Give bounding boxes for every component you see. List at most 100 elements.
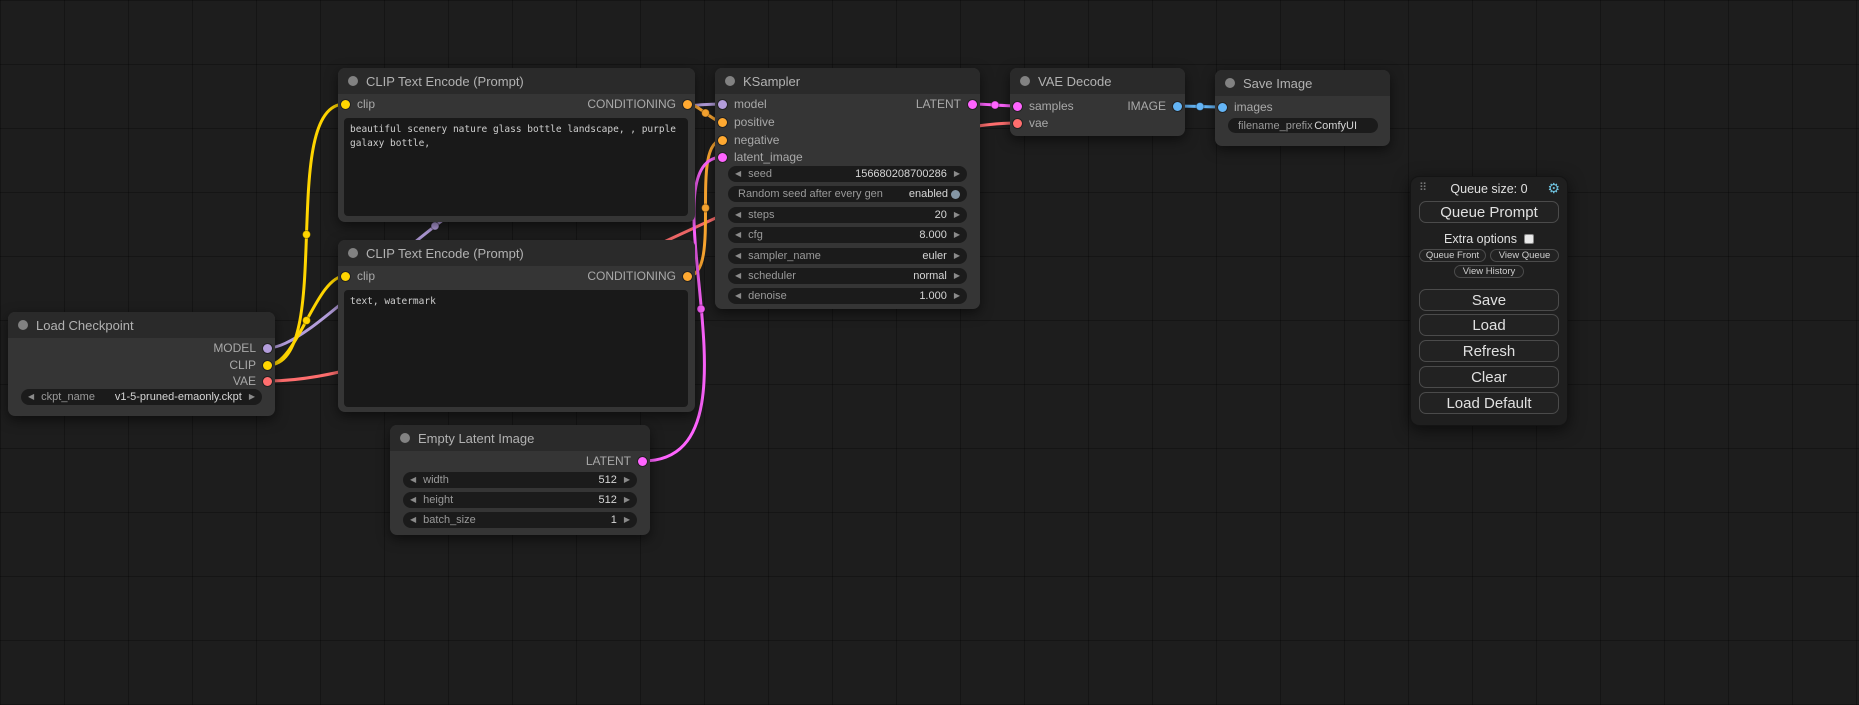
link-midpoint-dot	[991, 101, 999, 109]
load-default-button[interactable]: Load Default	[1419, 392, 1559, 414]
output-slot-latent: LATENT	[586, 453, 647, 469]
width-widget[interactable]: ◀ width 512 ▶	[403, 472, 637, 488]
ckpt-name-widget[interactable]: ◀ ckpt_name v1-5-pruned-emaonly.ckpt ▶	[21, 389, 262, 405]
decrement-icon[interactable]: ◀	[410, 496, 416, 504]
latent-output-dot[interactable]	[968, 100, 977, 109]
link-midpoint-dot	[431, 222, 439, 230]
queue-front-button[interactable]: Queue Front	[1419, 249, 1486, 262]
decrement-icon[interactable]: ◀	[735, 292, 741, 300]
node-status-dot	[18, 320, 28, 330]
negative-prompt-textarea[interactable]: text, watermark	[344, 290, 688, 407]
model-output-dot[interactable]	[263, 344, 272, 353]
node-graph-canvas[interactable]: Load Checkpoint MODEL CLIP VAE ◀ ckpt_na…	[0, 0, 1859, 705]
denoise-widget[interactable]: ◀ denoise 1.000 ▶	[728, 288, 967, 304]
clip-input-dot[interactable]	[341, 272, 350, 281]
toggle-dot[interactable]	[951, 190, 960, 199]
decrement-icon[interactable]: ◀	[735, 211, 741, 219]
prev-value-icon[interactable]: ◀	[735, 272, 741, 280]
wire-clip-negative	[268, 276, 345, 365]
conditioning-output-dot[interactable]	[683, 100, 692, 109]
node-title-bar[interactable]: CLIP Text Encode (Prompt)	[338, 240, 695, 266]
extra-options-checkbox[interactable]	[1524, 234, 1534, 244]
load-button[interactable]: Load	[1419, 314, 1559, 336]
negative-input-dot[interactable]	[718, 136, 727, 145]
images-input-dot[interactable]	[1218, 103, 1227, 112]
increment-icon[interactable]: ▶	[954, 170, 960, 178]
increment-icon[interactable]: ▶	[954, 231, 960, 239]
cfg-widget[interactable]: ◀ cfg 8.000 ▶	[728, 227, 967, 243]
link-midpoint-dot	[697, 305, 705, 313]
filename-prefix-widget[interactable]: filename_prefix ComfyUI	[1228, 118, 1378, 133]
node-title-bar[interactable]: Load Checkpoint	[8, 312, 275, 338]
node-title-bar[interactable]: Save Image	[1215, 70, 1390, 96]
view-queue-button[interactable]: View Queue	[1490, 249, 1559, 262]
clip-input-dot[interactable]	[341, 100, 350, 109]
clear-button[interactable]: Clear	[1419, 366, 1559, 388]
node-clip-text-encode-negative[interactable]: CLIP Text Encode (Prompt) clip CONDITION…	[338, 240, 695, 412]
increment-icon[interactable]: ▶	[624, 496, 630, 504]
conditioning-output-dot[interactable]	[683, 272, 692, 281]
next-value-icon[interactable]: ▶	[954, 272, 960, 280]
node-status-dot	[348, 248, 358, 258]
decrement-icon[interactable]: ◀	[735, 170, 741, 178]
node-ksampler[interactable]: KSampler model positive negative latent_…	[715, 68, 980, 309]
samples-input-dot[interactable]	[1013, 102, 1022, 111]
next-value-icon[interactable]: ▶	[249, 393, 255, 401]
input-slot-positive: positive	[718, 114, 775, 130]
node-save-image[interactable]: Save Image images filename_prefix ComfyU…	[1215, 70, 1390, 146]
positive-prompt-textarea[interactable]: beautiful scenery nature glass bottle la…	[344, 118, 688, 216]
image-output-dot[interactable]	[1173, 102, 1182, 111]
next-value-icon[interactable]: ▶	[954, 252, 960, 260]
decrement-icon[interactable]: ◀	[410, 516, 416, 524]
node-title-bar[interactable]: VAE Decode	[1010, 68, 1185, 94]
input-slot-images: images	[1218, 99, 1273, 115]
view-history-button[interactable]: View History	[1454, 265, 1524, 278]
input-slot-clip: clip	[341, 268, 375, 284]
positive-input-dot[interactable]	[718, 118, 727, 127]
node-empty-latent-image[interactable]: Empty Latent Image LATENT ◀ width 512 ▶ …	[390, 425, 650, 535]
seed-widget[interactable]: ◀ seed 156680208700286 ▶	[728, 166, 967, 182]
random-seed-toggle-widget[interactable]: Random seed after every gen enabled	[728, 186, 967, 202]
link-midpoint-dot	[303, 231, 311, 239]
clip-output-dot[interactable]	[263, 361, 272, 370]
latent-output-dot[interactable]	[638, 457, 647, 466]
input-slot-vae: vae	[1013, 115, 1048, 131]
increment-icon[interactable]: ▶	[954, 292, 960, 300]
decrement-icon[interactable]: ◀	[735, 231, 741, 239]
settings-gear-icon[interactable]: ⚙	[1547, 180, 1560, 197]
node-status-dot	[1020, 76, 1030, 86]
steps-widget[interactable]: ◀ steps 20 ▶	[728, 207, 967, 223]
node-vae-decode[interactable]: VAE Decode samples vae IMAGE	[1010, 68, 1185, 136]
vae-output-dot[interactable]	[263, 377, 272, 386]
batch-size-widget[interactable]: ◀ batch_size 1 ▶	[403, 512, 637, 528]
height-widget[interactable]: ◀ height 512 ▶	[403, 492, 637, 508]
latent-image-input-dot[interactable]	[718, 153, 727, 162]
node-title: Save Image	[1243, 76, 1312, 91]
increment-icon[interactable]: ▶	[624, 516, 630, 524]
save-button[interactable]: Save	[1419, 289, 1559, 311]
link-midpoint-dot	[702, 204, 710, 212]
node-status-dot	[400, 433, 410, 443]
vae-input-dot[interactable]	[1013, 119, 1022, 128]
refresh-button[interactable]: Refresh	[1419, 340, 1559, 362]
scheduler-widget[interactable]: ◀ scheduler normal ▶	[728, 268, 967, 284]
node-title-bar[interactable]: KSampler	[715, 68, 980, 94]
node-title: VAE Decode	[1038, 74, 1111, 89]
sampler-name-widget[interactable]: ◀ sampler_name euler ▶	[728, 248, 967, 264]
prev-value-icon[interactable]: ◀	[735, 252, 741, 260]
decrement-icon[interactable]: ◀	[410, 476, 416, 484]
prev-value-icon[interactable]: ◀	[28, 393, 34, 401]
model-input-dot[interactable]	[718, 100, 727, 109]
input-slot-model: model	[718, 96, 767, 112]
increment-icon[interactable]: ▶	[954, 211, 960, 219]
queue-prompt-button[interactable]: Queue Prompt	[1419, 201, 1559, 223]
output-slot-conditioning: CONDITIONING	[587, 268, 692, 284]
node-title: Load Checkpoint	[36, 318, 134, 333]
increment-icon[interactable]: ▶	[624, 476, 630, 484]
node-load-checkpoint[interactable]: Load Checkpoint MODEL CLIP VAE ◀ ckpt_na…	[8, 312, 275, 416]
node-title-bar[interactable]: CLIP Text Encode (Prompt)	[338, 68, 695, 94]
input-slot-clip: clip	[341, 96, 375, 112]
link-midpoint-dot	[702, 109, 710, 117]
node-title-bar[interactable]: Empty Latent Image	[390, 425, 650, 451]
node-clip-text-encode-positive[interactable]: CLIP Text Encode (Prompt) clip CONDITION…	[338, 68, 695, 222]
